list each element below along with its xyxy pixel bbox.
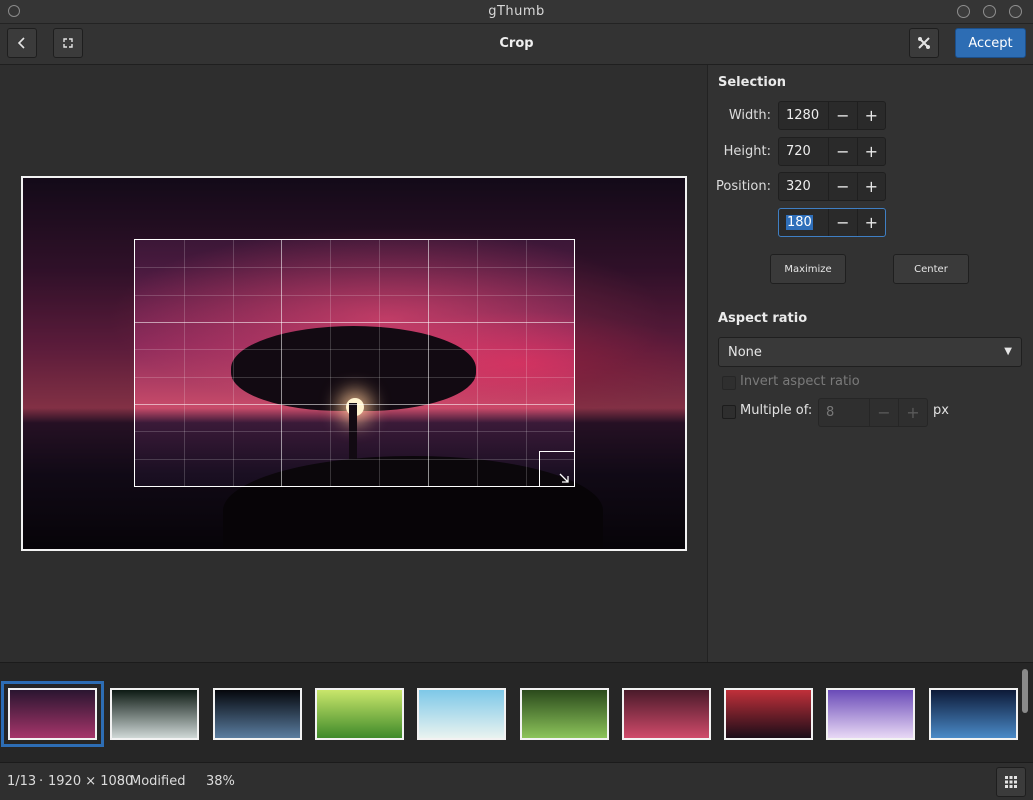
- grid-line: [135, 377, 574, 378]
- grid-line: [135, 459, 574, 460]
- multiple-of-label: Multiple of:: [740, 403, 813, 418]
- position-y-increment-button[interactable]: +: [856, 209, 885, 236]
- height-label: Height:: [723, 144, 771, 159]
- position-y-field[interactable]: 180: [779, 215, 828, 230]
- grid-line: [477, 240, 478, 486]
- tools-button[interactable]: [909, 28, 939, 58]
- height-increment-button[interactable]: +: [856, 138, 885, 165]
- thumbnail-strip: [0, 662, 1033, 762]
- thumbnail-purple-forest[interactable]: [826, 688, 915, 740]
- width-spinbutton[interactable]: 1280 − +: [778, 101, 886, 130]
- position-label: Position:: [716, 179, 771, 194]
- grid-line: [526, 240, 527, 486]
- image-position: 1/13: [7, 774, 37, 789]
- multiple-of-checkbox[interactable]: [722, 405, 736, 419]
- grid-line: [135, 349, 574, 350]
- grid-line: [281, 240, 282, 486]
- width-decrement-button[interactable]: −: [828, 102, 856, 129]
- tools-icon: [918, 37, 930, 49]
- maximize-button[interactable]: Maximize: [770, 254, 846, 284]
- minimize-button[interactable]: [957, 5, 970, 18]
- multiple-of-spinbutton[interactable]: 8 − +: [818, 398, 928, 427]
- image-preview[interactable]: [21, 176, 687, 551]
- grid-line: [233, 240, 234, 486]
- grid-line: [330, 240, 331, 486]
- position-y-decrement-button[interactable]: −: [828, 209, 856, 236]
- header-bar: Crop Accept: [0, 24, 1033, 65]
- height-decrement-button[interactable]: −: [828, 138, 856, 165]
- thumbnail-beach[interactable]: [417, 688, 506, 740]
- thumbnail-red-sunset[interactable]: [724, 688, 813, 740]
- grid-line: [135, 431, 574, 432]
- height-spinbutton[interactable]: 720 − +: [778, 137, 886, 166]
- thumbnail-tree-sunset[interactable]: [1, 681, 104, 747]
- multiple-unit-label: px: [933, 403, 949, 418]
- multiple-increment-button[interactable]: +: [898, 399, 927, 426]
- position-y-value[interactable]: 180: [786, 215, 813, 230]
- thumbnail-waterfall[interactable]: [110, 688, 199, 740]
- accept-button[interactable]: Accept: [955, 28, 1026, 58]
- crop-selection[interactable]: [134, 239, 575, 487]
- position-x-decrement-button[interactable]: −: [828, 173, 856, 200]
- window-title: gThumb: [488, 4, 545, 19]
- grid-line: [135, 295, 574, 296]
- invert-aspect-label: Invert aspect ratio: [740, 374, 860, 389]
- page-title: Crop: [499, 36, 534, 51]
- position-x-spinbutton[interactable]: 320 − +: [778, 172, 886, 201]
- image-state: Modified: [130, 774, 186, 789]
- position-x-increment-button[interactable]: +: [856, 173, 885, 200]
- thumbnail-mountain[interactable]: [622, 688, 711, 740]
- resize-handle[interactable]: [539, 451, 574, 486]
- scrollbar-thumb[interactable]: [1022, 669, 1028, 713]
- width-increment-button[interactable]: +: [856, 102, 885, 129]
- browser-view-button[interactable]: [996, 767, 1026, 797]
- maximize-window-button[interactable]: [983, 5, 996, 18]
- grid-line: [135, 267, 574, 268]
- aspect-ratio-dropdown[interactable]: None ▼: [718, 337, 1022, 367]
- status-bar: 1/13 · 1920 × 1080 · Modified 38%: [0, 762, 1033, 800]
- resize-corner-icon: [559, 473, 569, 483]
- grid-icon: [1005, 776, 1017, 788]
- title-bar: gThumb: [0, 0, 1033, 24]
- grid-line: [184, 240, 185, 486]
- grid-line: [379, 240, 380, 486]
- position-x-value[interactable]: 320: [779, 179, 828, 194]
- thumbnail-forest-path[interactable]: [520, 688, 609, 740]
- grid-line: [135, 404, 574, 405]
- width-value[interactable]: 1280: [779, 108, 828, 123]
- image-viewer: [0, 65, 707, 662]
- status-separator: ·: [121, 774, 126, 789]
- chevron-down-icon: ▼: [1004, 346, 1012, 357]
- selection-heading: Selection: [718, 75, 787, 90]
- position-y-spinbutton[interactable]: 180 − +: [778, 208, 886, 237]
- thumbnail-planet[interactable]: [213, 688, 302, 740]
- center-button[interactable]: Center: [893, 254, 969, 284]
- height-value[interactable]: 720: [779, 144, 828, 159]
- invert-aspect-checkbox[interactable]: [722, 376, 736, 390]
- width-label: Width:: [728, 108, 771, 123]
- zoom-level: 38%: [206, 774, 235, 789]
- thumbnail-leaves[interactable]: [315, 688, 404, 740]
- multiple-decrement-button[interactable]: −: [869, 399, 898, 426]
- grid-line: [428, 240, 429, 486]
- multiple-of-value[interactable]: 8: [819, 405, 869, 420]
- status-separator: ·: [39, 774, 44, 789]
- grid-line: [135, 322, 574, 323]
- thumbnail-night-sky[interactable]: [929, 688, 1018, 740]
- aspect-ratio-selected: None: [728, 344, 762, 360]
- close-window-button[interactable]: [1009, 5, 1022, 18]
- aspect-ratio-heading: Aspect ratio: [718, 311, 808, 326]
